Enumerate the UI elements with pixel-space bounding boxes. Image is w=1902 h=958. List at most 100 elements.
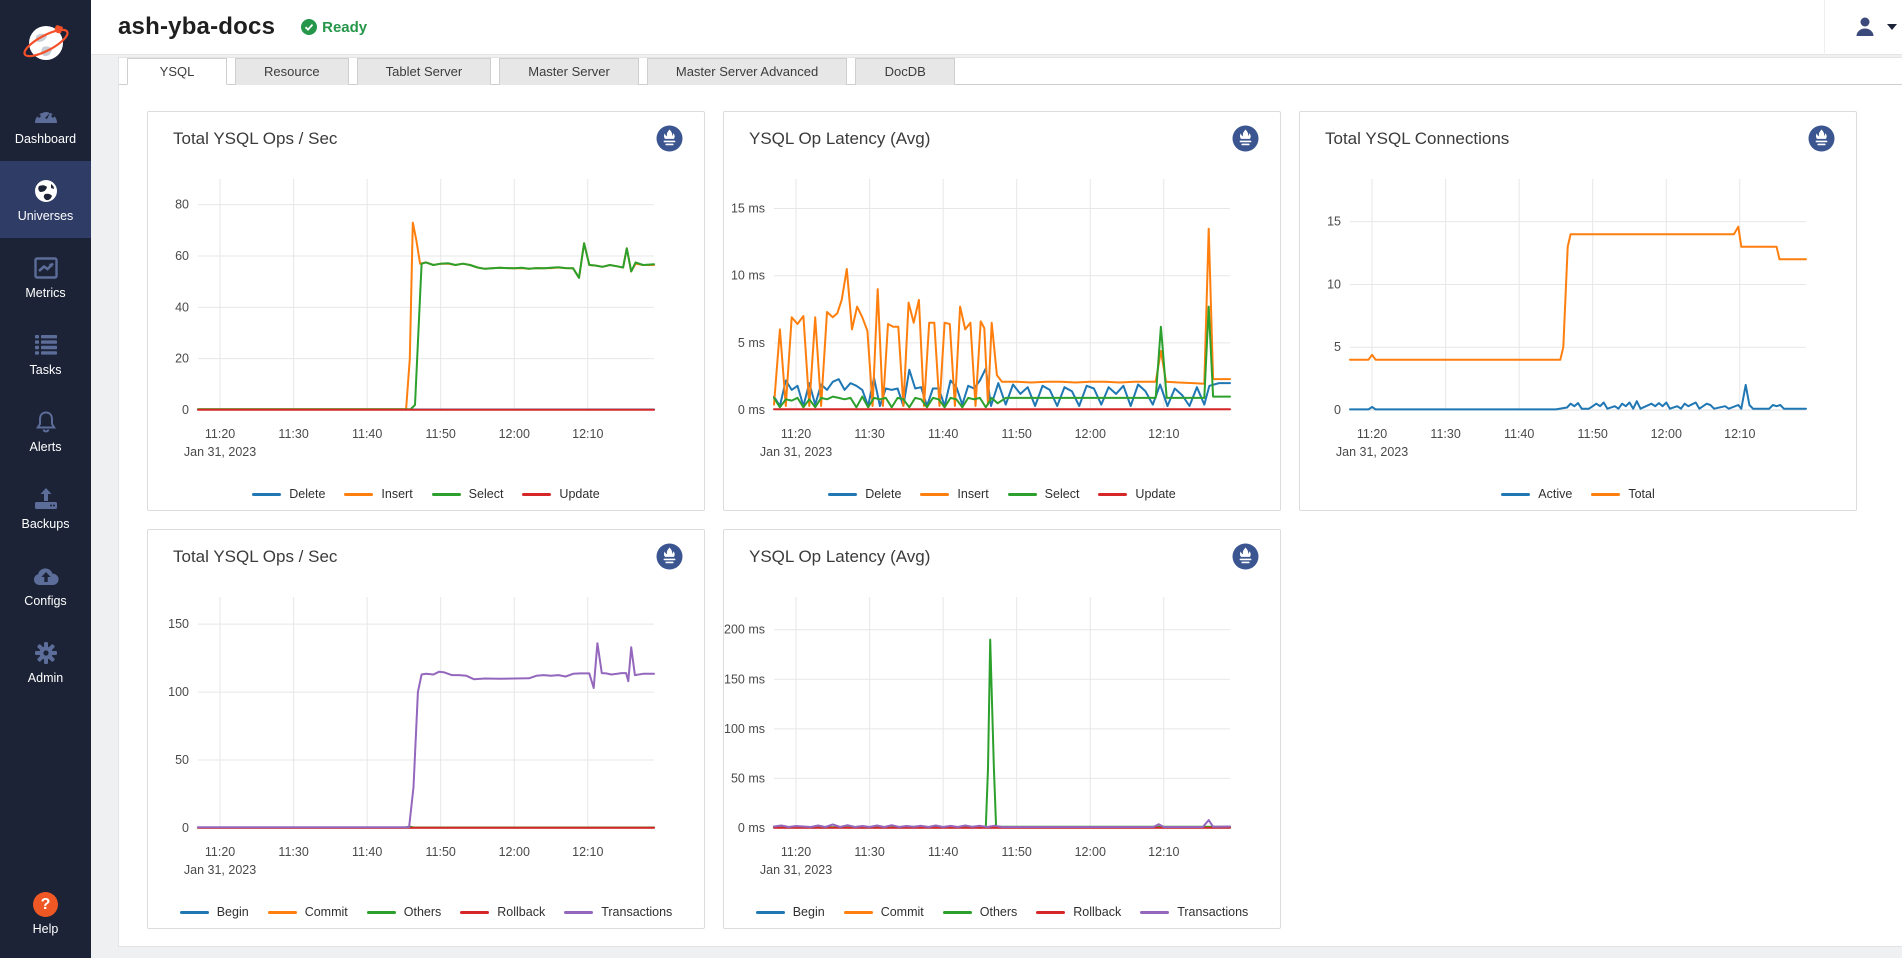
svg-text:11:40: 11:40 — [352, 845, 382, 859]
legend-item-others[interactable]: Others — [943, 905, 1018, 919]
prometheus-icon[interactable] — [1232, 543, 1259, 570]
legend-swatch — [1591, 493, 1620, 496]
legend-swatch — [432, 493, 461, 496]
legend-item-begin[interactable]: Begin — [756, 905, 825, 919]
svg-text:11:40: 11:40 — [352, 427, 382, 441]
legend-item-active[interactable]: Active — [1501, 487, 1572, 501]
prometheus-icon[interactable] — [656, 543, 683, 570]
legend-swatch — [344, 493, 373, 496]
legend-swatch — [1140, 911, 1169, 914]
chart-legend: Delete Insert Select Update — [148, 487, 704, 501]
legend-item-rollback[interactable]: Rollback — [1036, 905, 1121, 919]
legend-item-others[interactable]: Others — [367, 905, 442, 919]
svg-text:15: 15 — [1327, 215, 1341, 229]
svg-text:12:00: 12:00 — [1075, 845, 1106, 859]
sidebar-item-tasks[interactable]: Tasks — [0, 315, 91, 392]
sidebar-item-label: Tasks — [30, 363, 62, 377]
legend-item-delete[interactable]: Delete — [252, 487, 325, 501]
legend-item-transactions[interactable]: Transactions — [564, 905, 672, 919]
legend-item-total[interactable]: Total — [1591, 487, 1654, 501]
user-icon — [1853, 15, 1877, 39]
svg-text:Jan 31, 2023: Jan 31, 2023 — [184, 863, 256, 877]
sidebar-item-configs[interactable]: Configs — [0, 546, 91, 623]
tab-master-server[interactable]: Master Server — [499, 58, 639, 85]
prometheus-icon[interactable] — [1232, 125, 1259, 152]
sidebar-item-admin[interactable]: Admin — [0, 623, 91, 700]
metrics-card: YSQL Resource Tablet Server Master Serve… — [118, 57, 1902, 947]
legend-swatch — [920, 493, 949, 496]
svg-text:12:00: 12:00 — [1651, 427, 1682, 441]
svg-text:11:20: 11:20 — [205, 427, 235, 441]
charts-grid: 02040608011:20Jan 31, 202311:3011:4011:5… — [119, 85, 1902, 929]
prometheus-icon[interactable] — [656, 125, 683, 152]
svg-text:40: 40 — [175, 300, 189, 314]
legend-swatch — [268, 911, 297, 914]
legend-swatch — [180, 911, 209, 914]
prometheus-icon[interactable] — [1808, 125, 1835, 152]
svg-text:11:30: 11:30 — [854, 427, 884, 441]
tab-master-server-advanced[interactable]: Master Server Advanced — [647, 58, 847, 85]
legend-label: Update — [1135, 487, 1175, 501]
legend-item-transactions[interactable]: Transactions — [1140, 905, 1248, 919]
svg-text:11:40: 11:40 — [1504, 427, 1534, 441]
legend-item-update[interactable]: Update — [522, 487, 599, 501]
sidebar-item-alerts[interactable]: Alerts — [0, 392, 91, 469]
tab-resource[interactable]: Resource — [235, 58, 349, 85]
svg-text:11:50: 11:50 — [1002, 427, 1032, 441]
legend-item-select[interactable]: Select — [1008, 487, 1080, 501]
sidebar-item-dashboard[interactable]: Dashboard — [0, 84, 91, 161]
svg-text:12:00: 12:00 — [499, 427, 530, 441]
legend-item-commit[interactable]: Commit — [268, 905, 348, 919]
legend-item-update[interactable]: Update — [1098, 487, 1175, 501]
sidebar-item-label: Metrics — [25, 286, 65, 300]
line-chart: 0 ms5 ms10 ms15 ms11:20Jan 31, 202311:30… — [724, 112, 1280, 472]
sidebar-item-metrics[interactable]: Metrics — [0, 238, 91, 315]
legend-swatch — [943, 911, 972, 914]
gear-icon — [34, 639, 58, 667]
line-chart: 0 ms50 ms100 ms150 ms200 ms11:20Jan 31, … — [724, 530, 1280, 890]
header-divider — [1824, 0, 1825, 55]
yugabyte-logo[interactable] — [0, 0, 91, 84]
sidebar-item-backups[interactable]: Backups — [0, 469, 91, 546]
legend-label: Others — [404, 905, 442, 919]
legend-swatch — [1501, 493, 1530, 496]
legend-label: Transactions — [601, 905, 672, 919]
legend-item-commit[interactable]: Commit — [844, 905, 924, 919]
tab-tablet-server[interactable]: Tablet Server — [357, 58, 492, 85]
svg-text:50 ms: 50 ms — [731, 771, 765, 785]
svg-text:11:50: 11:50 — [1578, 427, 1608, 441]
status-badge: Ready — [301, 19, 367, 36]
chart-title: YSQL Op Latency (Avg) — [749, 547, 930, 567]
legend-label: Insert — [957, 487, 988, 501]
legend-swatch — [564, 911, 593, 914]
legend-item-begin[interactable]: Begin — [180, 905, 249, 919]
tab-docdb[interactable]: DocDB — [855, 58, 955, 85]
svg-text:11:30: 11:30 — [278, 845, 308, 859]
legend-item-insert[interactable]: Insert — [344, 487, 412, 501]
legend-item-delete[interactable]: Delete — [828, 487, 901, 501]
svg-text:12:10: 12:10 — [1724, 427, 1755, 441]
sidebar-item-universes[interactable]: Universes — [0, 161, 91, 238]
svg-text:60: 60 — [175, 249, 189, 263]
svg-text:11:50: 11:50 — [1002, 845, 1032, 859]
yugabyte-logo-icon — [21, 17, 71, 67]
svg-text:Jan 31, 2023: Jan 31, 2023 — [184, 445, 256, 459]
legend-item-insert[interactable]: Insert — [920, 487, 988, 501]
legend-label: Delete — [289, 487, 325, 501]
svg-text:10 ms: 10 ms — [731, 269, 765, 283]
legend-item-select[interactable]: Select — [432, 487, 504, 501]
legend-label: Update — [559, 487, 599, 501]
svg-text:11:50: 11:50 — [426, 427, 456, 441]
svg-text:11:50: 11:50 — [426, 845, 456, 859]
svg-text:150 ms: 150 ms — [724, 672, 765, 686]
svg-text:15 ms: 15 ms — [731, 202, 765, 216]
svg-text:Jan 31, 2023: Jan 31, 2023 — [760, 445, 832, 459]
chart-panel-total-ysql-ops: 02040608011:20Jan 31, 202311:3011:4011:5… — [147, 111, 705, 511]
universe-title: ash-yba-docs — [118, 13, 275, 41]
legend-item-rollback[interactable]: Rollback — [460, 905, 545, 919]
sidebar-item-help[interactable]: ? Help — [0, 870, 91, 958]
sidebar-item-label: Backups — [22, 517, 70, 531]
legend-label: Begin — [793, 905, 825, 919]
tab-ysql[interactable]: YSQL — [127, 58, 227, 85]
user-menu[interactable] — [1853, 15, 1902, 39]
